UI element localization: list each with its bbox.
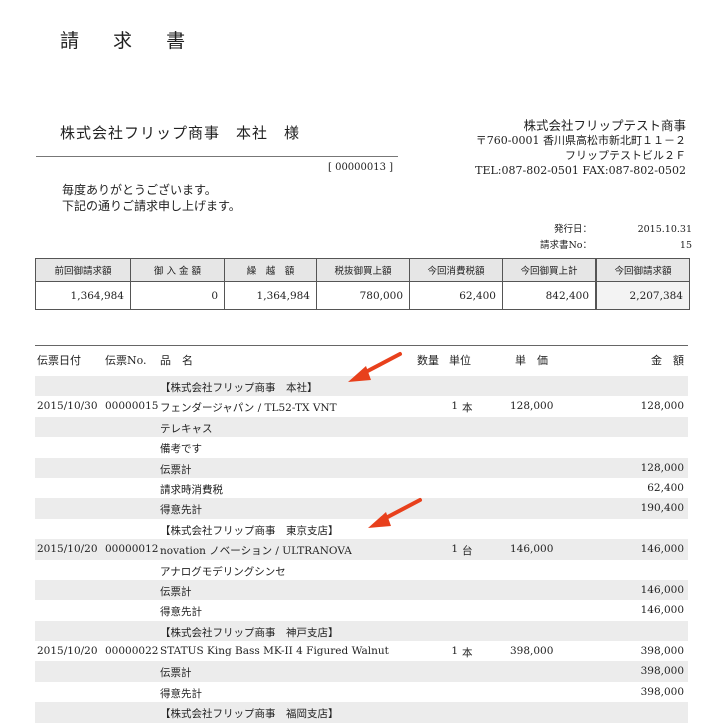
table-row: 2015/10/20 00000022 STATUS King Bass MK-II…: [35, 641, 688, 661]
annotation-arrow-icon: [368, 498, 422, 528]
document-title: 請 求 書: [60, 30, 200, 52]
invoice-code: [ 00000013 ]: [328, 162, 394, 173]
table-row: テレキャス: [35, 416, 688, 438]
cell-qty: 1: [451, 543, 458, 556]
summary-header: 税抜御買上額: [316, 258, 410, 282]
table-row: 得意先計 146,000: [35, 600, 688, 620]
cell-amount: 128,000: [640, 400, 684, 413]
greeting-line-2: 下記の通りご請求申し上げます。: [62, 199, 241, 213]
cell-amount: 62,400: [647, 481, 684, 494]
summary-header: 今回消費税額: [409, 258, 503, 282]
annotation-arrow-icon: [348, 352, 402, 382]
cell-amount: 146,000: [640, 583, 684, 596]
issuer-contact: TEL:087-802-0501 FAX:087-802-0502: [475, 164, 686, 177]
table-row: 【株式会社フリップ商事 神戸支店】: [35, 620, 688, 642]
cell-qty: 1: [451, 400, 458, 413]
issuer-block: 株式会社フリップテスト商事 〒760-0001 香川県高松市新北町１１－２ フリ…: [475, 118, 686, 178]
cell-item-name: 得意先計: [160, 504, 202, 517]
cell-amount: 398,000: [640, 645, 684, 658]
summary-header: 今回御買上計: [502, 258, 596, 282]
cell-item-name: 【株式会社フリップ商事 神戸支店】: [160, 626, 339, 639]
cell-item-name: テレキャス: [160, 422, 213, 435]
cell-date: 2015/10/20: [37, 543, 98, 556]
cell-qty: 1: [451, 645, 458, 658]
header-unit: 単位: [449, 354, 471, 367]
table-row: 伝票計 398,000: [35, 661, 688, 682]
summary-value: 842,400: [502, 281, 596, 310]
header-qty: 数量: [417, 354, 439, 367]
table-row: 得意先計 398,000: [35, 682, 688, 702]
cell-item-name: 【株式会社フリップ商事 福岡支店】: [160, 708, 339, 721]
issue-date-label: 発行日：: [553, 224, 592, 235]
total-value: 2,207,384: [596, 281, 690, 310]
cell-item-name: 得意先計: [160, 606, 202, 619]
detail-table: 【株式会社フリップ商事 本社】 2015/10/30 00000015 フェンダージャ…: [35, 376, 688, 723]
greeting-line-1: 毎度ありがとうございます。: [62, 183, 217, 197]
cell-amount: 146,000: [640, 604, 684, 617]
cell-unit: 本: [462, 647, 473, 660]
cell-unit: 本: [462, 402, 473, 415]
header-price: 単 価: [515, 354, 548, 367]
summary-value: 0: [130, 281, 225, 310]
cell-slip-no: 00000015: [105, 400, 159, 413]
header-item-name: 品 名: [160, 354, 193, 367]
summary-value: 1,364,984: [35, 281, 131, 310]
cell-amount: 146,000: [640, 543, 684, 556]
issue-date: 2015.10.31: [637, 224, 692, 235]
invoice-meta: 発行日： 2015.10.31 請求書No： 15: [500, 222, 692, 254]
cell-item-name: 備考です: [160, 443, 202, 456]
table-row: 2015/10/20 00000012 novation ノベーション / ULTR…: [35, 539, 688, 560]
total-table: 今回御請求額 2,207,384: [596, 258, 690, 310]
cell-slip-no: 00000012: [105, 543, 159, 556]
invoice-no: 15: [679, 240, 692, 251]
cell-price: 398,000: [510, 645, 554, 658]
summary-header: 繰 越 額: [224, 258, 317, 282]
table-row: 伝票計 128,000: [35, 457, 688, 478]
cell-item-name: STATUS King Bass MK-II 4 Figured Walnut: [160, 645, 389, 658]
cell-date: 2015/10/30: [37, 400, 98, 413]
table-row: アナログモデリングシンセ: [35, 560, 688, 580]
invoice-no-label: 請求書No：: [539, 240, 592, 251]
cell-item-name: アナログモデリングシンセ: [160, 565, 286, 578]
header-date: 伝票日付: [37, 354, 81, 367]
issuer-address-1: 〒760-0001 香川県高松市新北町１１－２: [475, 134, 686, 147]
customer-name: 株式会社フリップ商事 本社 様: [60, 124, 301, 142]
summary-value: 780,000: [316, 281, 410, 310]
table-row: 備考です: [35, 437, 688, 457]
header-amount: 金 額: [651, 354, 684, 367]
customer-underline: [36, 156, 398, 157]
table-row: 2015/10/30 00000015 フェンダージャパン / TL52-TX VN…: [35, 396, 688, 416]
table-row: 伝票計 146,000: [35, 579, 688, 601]
issuer-address-2: フリップテストビル２Ｆ: [565, 149, 686, 162]
cell-item-name: 伝票計: [160, 667, 192, 680]
total-header: 今回御請求額: [596, 258, 690, 282]
cell-item-name: 請求時消費税: [160, 483, 223, 496]
cell-date: 2015/10/20: [37, 645, 98, 658]
summary-header: 前回御請求額: [35, 258, 131, 282]
cell-amount: 190,400: [640, 502, 684, 515]
summary-header: 御 入 金 額: [130, 258, 225, 282]
cell-item-name: 伝票計: [160, 463, 192, 476]
cell-amount: 398,000: [640, 665, 684, 678]
issuer-company: 株式会社フリップテスト商事: [523, 118, 686, 133]
cell-amount: 128,000: [640, 461, 684, 474]
cell-price: 128,000: [510, 400, 554, 413]
cell-item-name: フェンダージャパン / TL52-TX VNT: [160, 402, 337, 415]
summary-value: 62,400: [409, 281, 503, 310]
cell-amount: 398,000: [640, 685, 684, 698]
summary-table: 前回御請求額 御 入 金 額 繰 越 額 税抜御買上額 今回消費税額 今回御買上…: [35, 258, 596, 310]
cell-item-name: 伝票計: [160, 585, 192, 598]
cell-price: 146,000: [510, 543, 554, 556]
cell-unit: 台: [462, 545, 473, 558]
cell-item-name: 【株式会社フリップ商事 本社】: [160, 382, 318, 394]
cell-slip-no: 00000022: [105, 645, 159, 658]
header-slip-no: 伝票No.: [105, 354, 147, 367]
greeting: 毎度ありがとうございます。 下記の通りご請求申し上げます。: [62, 182, 241, 214]
cell-item-name: novation ノベーション / ULTRANOVA: [160, 545, 352, 558]
summary-value: 1,364,984: [224, 281, 317, 310]
cell-item-name: 得意先計: [160, 687, 202, 700]
cell-item-name: 【株式会社フリップ商事 東京支店】: [160, 524, 339, 537]
